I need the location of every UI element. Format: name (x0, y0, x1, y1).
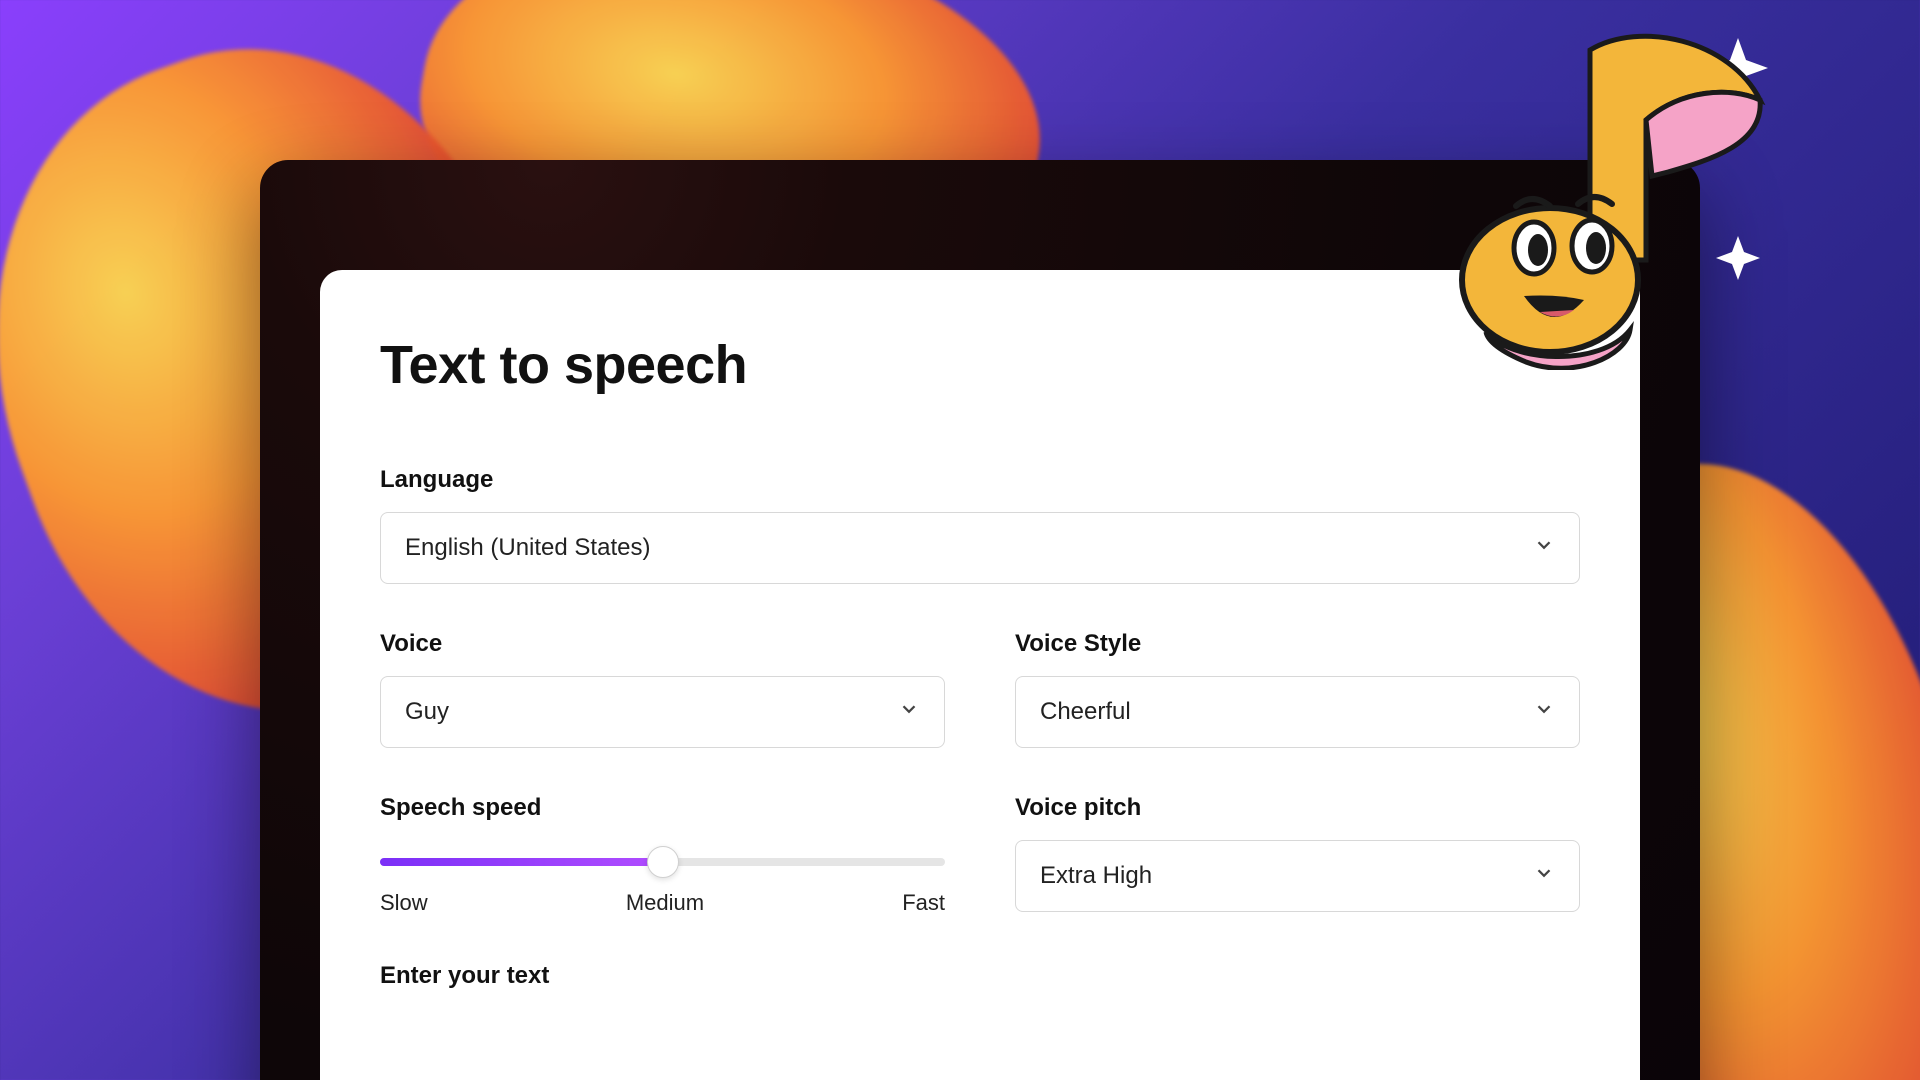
chevron-down-icon (898, 698, 920, 727)
speed-slider[interactable] (380, 858, 945, 866)
voice-pitch-select[interactable]: Extra High (1015, 840, 1580, 912)
field-voice-style: Voice Style Cheerful (1015, 630, 1580, 748)
field-enter-text: Enter your text (380, 962, 1580, 1008)
chevron-down-icon (1533, 534, 1555, 563)
chevron-down-icon (1533, 698, 1555, 727)
music-note-sticker (1430, 0, 1790, 370)
language-select[interactable]: English (United States) (380, 512, 1580, 584)
language-value: English (United States) (405, 534, 650, 562)
field-voice-pitch: Voice pitch Extra High (1015, 794, 1580, 916)
field-speech-speed: Speech speed Slow Medium Fast (380, 794, 945, 916)
speed-tick-medium: Medium (626, 890, 704, 916)
speed-tick-fast: Fast (902, 890, 945, 916)
voice-select[interactable]: Guy (380, 676, 945, 748)
field-language: Language English (United States) (380, 466, 1580, 584)
voice-pitch-value: Extra High (1040, 862, 1152, 890)
voice-style-label: Voice Style (1015, 630, 1580, 658)
voice-pitch-label: Voice pitch (1015, 794, 1580, 822)
window-frame: Text to speech Language English (United … (260, 160, 1700, 1080)
voice-style-select[interactable]: Cheerful (1015, 676, 1580, 748)
field-voice: Voice Guy (380, 630, 945, 748)
speed-slider-thumb[interactable] (647, 846, 679, 878)
speech-speed-label: Speech speed (380, 794, 945, 822)
voice-value: Guy (405, 698, 449, 726)
speed-tick-slow: Slow (380, 890, 428, 916)
enter-text-label: Enter your text (380, 962, 1580, 990)
voice-style-value: Cheerful (1040, 698, 1131, 726)
page-title: Text to speech (380, 334, 1580, 396)
language-label: Language (380, 466, 1580, 494)
tts-panel: Text to speech Language English (United … (320, 270, 1640, 1080)
voice-label: Voice (380, 630, 945, 658)
chevron-down-icon (1533, 862, 1555, 891)
speed-slider-fill (380, 858, 663, 866)
